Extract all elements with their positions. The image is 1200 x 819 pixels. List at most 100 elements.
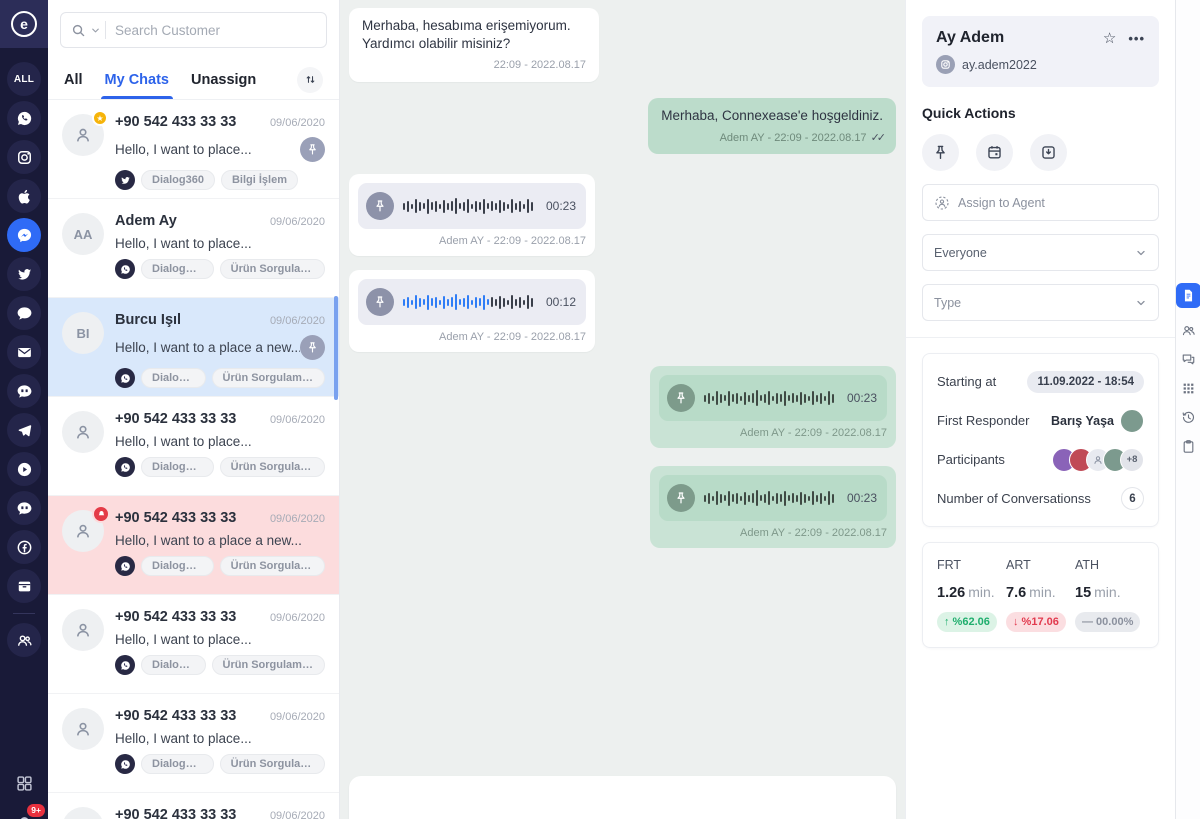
history-panel-icon[interactable]: [1176, 405, 1200, 430]
chat-list-item[interactable]: +90 542 433 33 33 09/06/2020 Hello, I wa…: [48, 595, 339, 694]
sort-button[interactable]: [297, 67, 323, 93]
voice-waveform[interactable]: [403, 183, 537, 229]
customer-name: Ay Adem: [936, 29, 1004, 47]
metric-value: 7.6min.: [1006, 584, 1075, 601]
team-icon[interactable]: [7, 623, 41, 657]
chat-date: 09/06/2020: [270, 711, 325, 723]
archive-action-button[interactable]: [1030, 134, 1067, 171]
type-dropdown[interactable]: Type: [922, 284, 1159, 321]
chat-list-item[interactable]: +90 542 433 33 33 09/06/2020 Hello, I wa…: [48, 793, 339, 819]
chat-list-item[interactable]: +90 542 433 33 33 09/06/2020 Hello, I wa…: [48, 397, 339, 496]
outgoing-message: 00:23Adem AY - 22:09 - 2022.08.17: [349, 466, 896, 548]
facebook-icon[interactable]: [7, 530, 41, 564]
tag-pill: Ürün Sorgulama: [220, 754, 325, 774]
tab-my-chats[interactable]: My Chats: [105, 60, 169, 99]
metric-delta-badge: — 00.00%: [1075, 612, 1140, 632]
chat-name: +90 542 433 33 33: [115, 114, 236, 130]
search-input[interactable]: [115, 23, 316, 38]
customer-card: Ay Adem ☆ ••• ay.adem2022: [922, 16, 1159, 87]
instagram-icon[interactable]: [7, 140, 41, 174]
chat-list-item[interactable]: +90 542 433 33 33 09/06/2020 Hello, I wa…: [48, 496, 339, 595]
message-meta: Adem AY - 22:09 - 2022.08.17: [659, 527, 887, 539]
tag-pill: Dialog360: [141, 368, 206, 388]
tab-unassign[interactable]: Unassign: [191, 60, 256, 99]
pinned-indicator-icon: [300, 137, 325, 162]
chat-list-item[interactable]: BI Burcu Işıl 09/06/2020 Hello, I want t…: [48, 298, 339, 397]
app-logo[interactable]: e: [0, 0, 48, 48]
archive-channel-icon[interactable]: [7, 569, 41, 603]
tag-pill: Ürün Sorgulama De...: [212, 368, 326, 388]
chat-preview: Hello, I want to place...: [115, 434, 252, 449]
outgoing-message: 00:23Adem AY - 22:09 - 2022.08.17: [349, 366, 896, 448]
whatsapp-channel-icon: [115, 754, 135, 774]
voice-waveform[interactable]: [704, 375, 838, 421]
whatsapp-icon[interactable]: [7, 101, 41, 135]
tab-all[interactable]: All: [64, 60, 83, 99]
starting-at-value: 11.09.2022 - 18:54: [1027, 371, 1144, 393]
twitter-icon[interactable]: [7, 257, 41, 291]
voice-duration: 00:23: [847, 391, 877, 405]
metric-label: ART: [1006, 558, 1075, 572]
voice-pin-button[interactable]: [366, 192, 394, 220]
voice-pin-button[interactable]: [667, 484, 695, 512]
contacts-panel-icon[interactable]: [1176, 318, 1200, 343]
notes-panel-icon[interactable]: [1176, 283, 1200, 308]
conversations-panel-icon[interactable]: [1176, 347, 1200, 372]
comment-icon[interactable]: [7, 296, 41, 330]
chat-date: 09/06/2020: [270, 513, 325, 525]
more-options-icon[interactable]: •••: [1128, 31, 1145, 46]
telegram-icon[interactable]: [7, 413, 41, 447]
apps-panel-icon[interactable]: [1176, 376, 1200, 401]
chat-list-scrollbar[interactable]: [334, 296, 338, 400]
message-input-area[interactable]: [349, 776, 896, 819]
chat-list-item[interactable]: AA Adem Ay 09/06/2020 Hello, I want to p…: [48, 199, 339, 298]
chat-preview: Hello, I want to a place a new...: [115, 340, 300, 355]
participants-more-badge[interactable]: +8: [1120, 448, 1144, 472]
chat-quote2-icon[interactable]: [7, 491, 41, 525]
voice-waveform[interactable]: [704, 475, 838, 521]
chat-tags: Dialog360 Ürün Sorgulama: [115, 754, 325, 774]
chat-tags: Dialog360 Ürün Sorgulama De...: [115, 368, 325, 388]
chat-list: ★ +90 542 433 33 33 09/06/2020 Hello, I …: [48, 100, 339, 819]
voice-waveform[interactable]: [403, 279, 537, 325]
conversation-pane: Merhaba, hesabıma erişemiyorum. Yardımcı…: [340, 0, 905, 819]
dashboard-icon[interactable]: [7, 766, 41, 800]
favorite-star-icon[interactable]: ☆: [1103, 29, 1116, 47]
messenger-icon[interactable]: [7, 218, 41, 252]
mail-icon[interactable]: [7, 335, 41, 369]
assign-to-agent-field[interactable]: Assign to Agent: [922, 184, 1159, 221]
notifications-icon[interactable]: 9+: [7, 807, 41, 819]
metric-art: ART7.6min.↓ %17.06: [1006, 558, 1075, 632]
participants-label: Participants: [937, 452, 1005, 467]
voice-pin-button[interactable]: [366, 288, 394, 316]
incoming-message: Merhaba, hesabıma erişemiyorum. Yardımcı…: [349, 8, 896, 82]
message-text: Merhaba, hesabıma erişemiyorum. Yardımcı…: [362, 17, 586, 53]
clipboard-panel-icon[interactable]: [1176, 434, 1200, 459]
tag-pill: Dialog360: [141, 754, 214, 774]
voice-pin-button[interactable]: [667, 384, 695, 412]
everyone-dropdown[interactable]: Everyone: [922, 234, 1159, 271]
whatsapp-channel-icon: [115, 556, 135, 576]
chat-tags: Dialog360Ürün Sorgulama De...: [115, 655, 325, 675]
apple-icon[interactable]: [7, 179, 41, 213]
message-meta: Adem AY - 22:09 - 2022.08.17: [358, 331, 586, 343]
voice-duration: 00:23: [546, 199, 576, 213]
conversations-count-label: Number of Conversationss: [937, 491, 1091, 506]
chat-list-item[interactable]: ★ +90 542 433 33 33 09/06/2020 Hello, I …: [48, 100, 339, 199]
avatar: ★: [62, 114, 104, 156]
sort-arrows-icon: [304, 73, 317, 86]
starting-at-label: Starting at: [937, 374, 996, 389]
chat-date: 09/06/2020: [270, 810, 325, 819]
chat-list-item[interactable]: +90 542 433 33 33 09/06/2020 Hello, I wa…: [48, 694, 339, 793]
tag-pill: Dialog360: [141, 655, 206, 675]
channel-all-button[interactable]: ALL: [7, 62, 41, 96]
pin-action-button[interactable]: [922, 134, 959, 171]
metric-label: FRT: [937, 558, 1006, 572]
customer-panel: Ay Adem ☆ ••• ay.adem2022 Quick Actions …: [905, 0, 1175, 819]
participants-avatars[interactable]: +8: [1052, 448, 1144, 472]
customer-search[interactable]: [60, 12, 327, 48]
video-channel-icon[interactable]: [7, 452, 41, 486]
chat-quote-icon[interactable]: [7, 374, 41, 408]
search-filter-chevron-icon[interactable]: [90, 25, 101, 36]
schedule-action-button[interactable]: [976, 134, 1013, 171]
